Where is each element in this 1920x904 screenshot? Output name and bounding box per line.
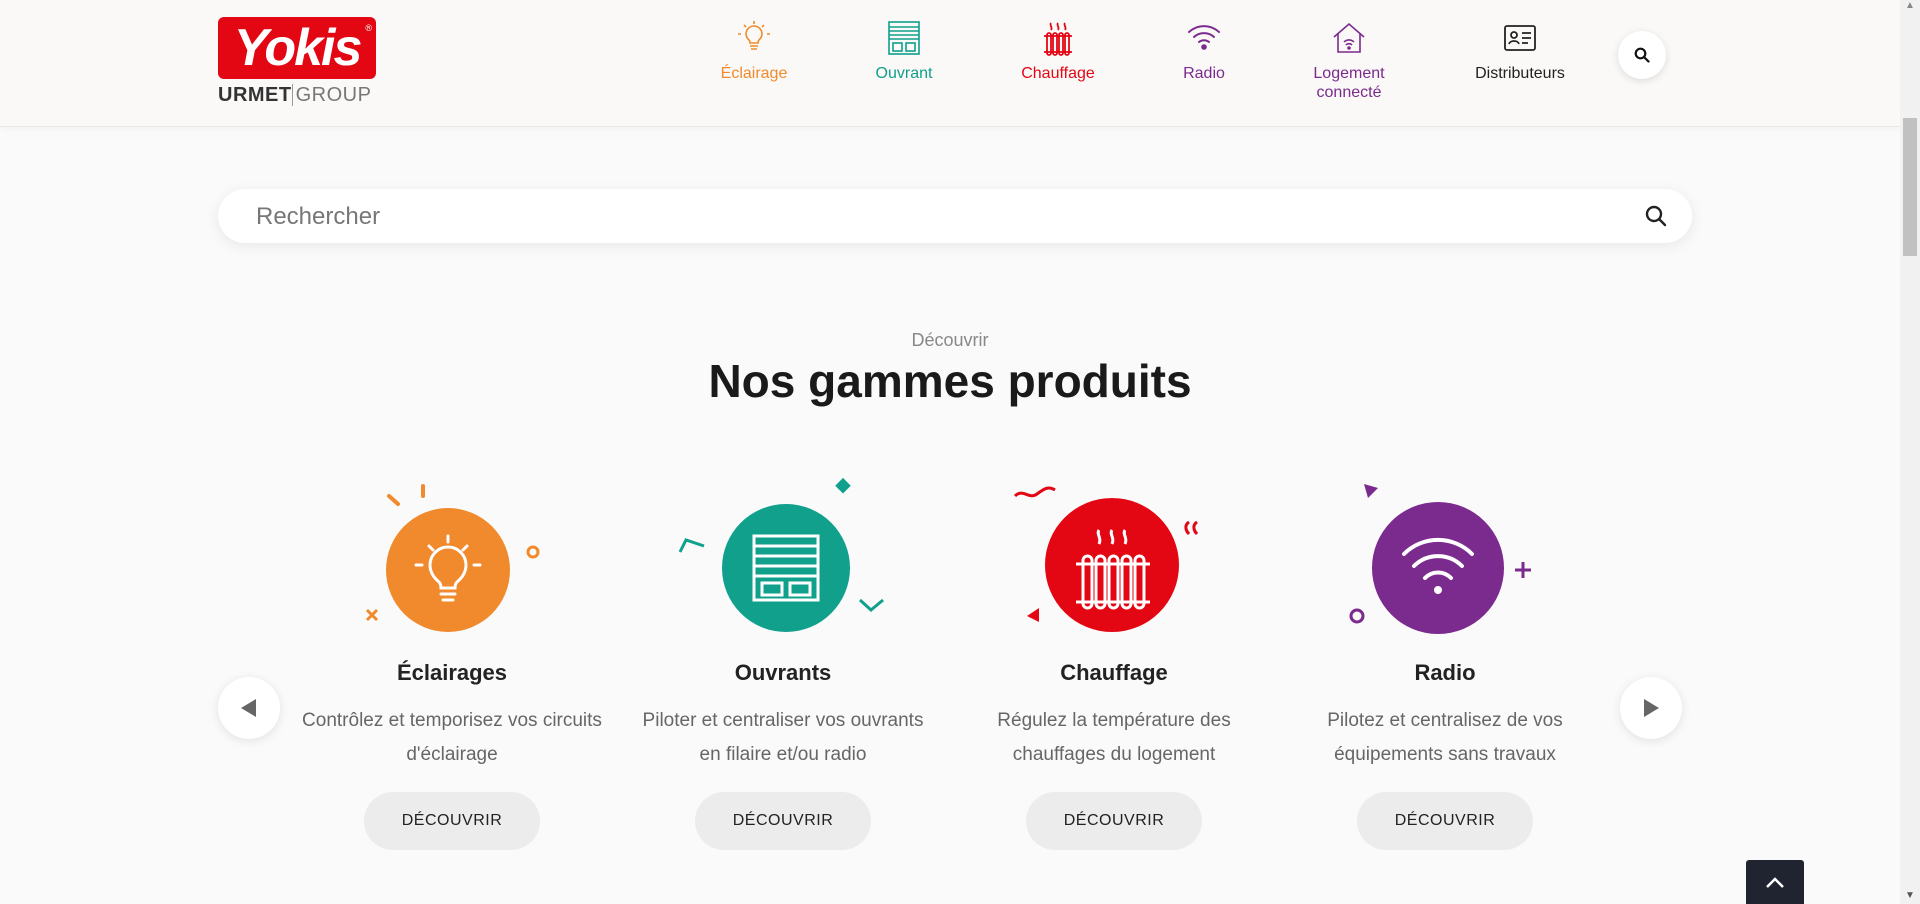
contact-card-icon xyxy=(1504,25,1536,51)
nav-ouvrant-label: Ouvrant xyxy=(875,65,933,82)
nav-distributeurs-label: Distributeurs xyxy=(1475,65,1565,82)
card-title: Éclairages xyxy=(396,660,508,685)
carousel-prev-button[interactable] xyxy=(218,677,280,739)
search-icon[interactable] xyxy=(1644,204,1668,228)
lightbulb-icon xyxy=(365,484,540,632)
card-title: Chauffage xyxy=(1060,660,1168,685)
product-card-eclairages: Éclairages Contrôlez et temporisez vos c… xyxy=(287,470,617,850)
radiator-icon xyxy=(1044,22,1072,56)
yokis-logo[interactable]: Yokis ® URMET GROUP xyxy=(218,17,376,107)
arrow-right-icon xyxy=(1644,699,1659,717)
search-icon xyxy=(1634,47,1650,63)
card-illustration xyxy=(949,470,1279,640)
shutter-icon xyxy=(678,477,884,632)
card-description: Contrôlez et temporisez vos circuits d'é… xyxy=(302,710,602,765)
wifi-icon xyxy=(1188,25,1220,50)
wifi-icon xyxy=(1349,484,1531,634)
back-to-top-button[interactable] xyxy=(1746,860,1804,904)
scroll-thumb[interactable] xyxy=(1903,118,1917,256)
scroll-down-arrow-icon[interactable]: ▼ xyxy=(1900,888,1920,904)
chevron-up-icon xyxy=(1766,877,1784,888)
nav-chauffage-label: Chauffage xyxy=(1021,65,1095,82)
card-illustration xyxy=(618,470,948,640)
logo-brand: Yokis xyxy=(218,17,376,79)
registered-mark-icon: ® xyxy=(365,23,372,33)
card-discover-button[interactable]: DÉCOUVRIR xyxy=(364,792,540,850)
arrow-left-icon xyxy=(241,699,256,717)
card-description: Régulez la température des chauffages du… xyxy=(997,710,1231,765)
card-discover-button[interactable]: DÉCOUVRIR xyxy=(695,792,871,850)
nav-logement-connecte[interactable]: Logement connecté xyxy=(1279,20,1419,102)
nav-eclairage[interactable]: Éclairage xyxy=(684,20,824,83)
search-bar xyxy=(218,189,1692,245)
scroll-up-arrow-icon[interactable]: ▲ xyxy=(1900,0,1920,16)
nav-distributeurs[interactable]: Distributeurs xyxy=(1450,20,1590,83)
nav-radio-label: Radio xyxy=(1183,65,1225,82)
logo-sub-left: URMET xyxy=(218,84,292,106)
search-input[interactable] xyxy=(254,189,1618,245)
logo-sub-right: GROUP xyxy=(291,84,372,106)
logo-subtitle: URMET GROUP xyxy=(218,83,376,107)
product-card-chauffage: Chauffage Régulez la température des cha… xyxy=(949,470,1279,850)
header-search-button[interactable] xyxy=(1618,31,1666,79)
card-discover-button[interactable]: DÉCOUVRIR xyxy=(1357,792,1533,850)
nav-logement-connecte-label: Logement connecté xyxy=(1313,65,1385,101)
section-kicker: Découvrir xyxy=(911,330,989,350)
card-title: Ouvrants xyxy=(734,660,832,685)
product-card-radio: Radio Pilotez et centralisez de vos équi… xyxy=(1280,470,1610,850)
radiator-icon xyxy=(1013,486,1199,632)
card-description: Pilotez et centralisez de vos équipement… xyxy=(1327,710,1563,765)
shutter-icon xyxy=(888,21,920,55)
site-header: Yokis ® URMET GROUP Éclairage Ouvrant Ch… xyxy=(0,0,1900,127)
page-scrollbar[interactable]: ▲ ▼ xyxy=(1900,0,1920,904)
nav-radio[interactable]: Radio xyxy=(1134,20,1274,83)
card-title: Radio xyxy=(1414,660,1476,685)
section-title: Nos gammes produits xyxy=(708,355,1192,407)
nav-eclairage-label: Éclairage xyxy=(720,65,788,82)
card-illustration xyxy=(1280,470,1610,640)
card-discover-button[interactable]: DÉCOUVRIR xyxy=(1026,792,1202,850)
smart-home-icon xyxy=(1333,22,1365,53)
product-card-ouvrants: Ouvrants Piloter et centraliser vos ouvr… xyxy=(618,470,948,850)
card-illustration xyxy=(287,470,617,640)
carousel-next-button[interactable] xyxy=(1620,677,1682,739)
card-description: Piloter et centraliser vos ouvrants en f… xyxy=(642,710,924,765)
nav-ouvrant[interactable]: Ouvrant xyxy=(834,20,974,83)
lightbulb-icon xyxy=(738,21,770,50)
nav-chauffage[interactable]: Chauffage xyxy=(988,20,1128,83)
